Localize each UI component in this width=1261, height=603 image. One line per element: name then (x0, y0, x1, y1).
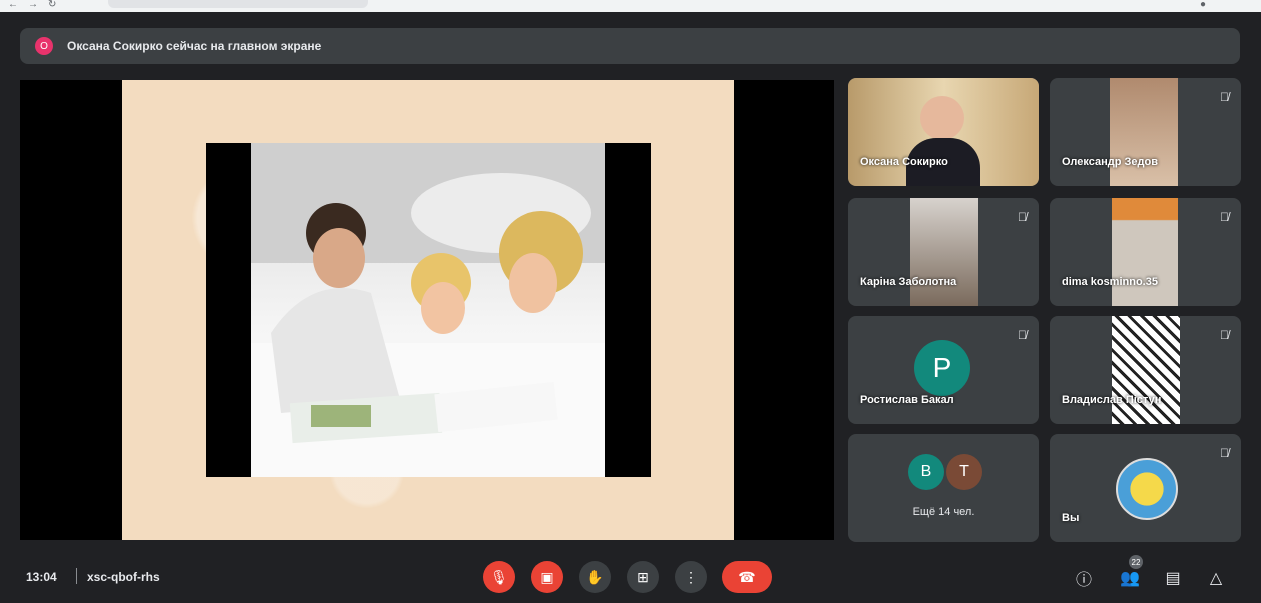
participant-tile[interactable]: 🎙̸ Олександр Зедов (1050, 78, 1241, 186)
mic-off-icon: 🎙̸ (1018, 210, 1027, 224)
hang-up-icon: ☎ (738, 568, 756, 585)
chat-icon: ▤ (1165, 570, 1181, 587)
meeting-time: 13:04 (26, 570, 57, 584)
presenting-banner: O Оксана Сокирко сейчас на главном экран… (20, 28, 1240, 64)
more-vert-icon: ⋮ (684, 568, 698, 585)
mic-off-icon: 🎙̸ (1220, 210, 1229, 224)
camera-toggle-button[interactable]: ▣ (531, 561, 563, 593)
family-reading-photo (251, 143, 605, 477)
mic-off-icon: 🎙̸ (1018, 328, 1027, 342)
reload-icon[interactable]: ↻ (48, 0, 56, 10)
main-presentation (20, 80, 834, 540)
participant-name: Олександр Зедов (1062, 156, 1158, 168)
participant-face (920, 96, 964, 140)
mic-off-icon: 🎙̸ (1220, 446, 1229, 460)
profile-icon[interactable]: ● (1200, 0, 1206, 10)
participant-tile[interactable]: 🎙̸ dima kosminno.35 (1050, 198, 1241, 306)
mini-avatar: B (908, 454, 944, 490)
participant-name: dima kosminno.35 (1062, 276, 1158, 288)
participant-tile[interactable]: 🎙̸ Каріна Заболотна (848, 198, 1039, 306)
people-button[interactable]: 👥 (1118, 566, 1142, 590)
mic-toggle-button[interactable]: 🎙 (483, 561, 515, 593)
people-icon: 👥 (1120, 570, 1140, 587)
mini-avatar: T (946, 454, 982, 490)
presentation-slide (122, 80, 734, 540)
chat-button[interactable]: ▤ (1161, 566, 1185, 590)
self-tile[interactable]: 🎙̸ Вы (1050, 434, 1241, 542)
meeting-code: xsc-qbof-rhs (87, 570, 160, 584)
participant-name: Владислав Пістун (1062, 394, 1162, 406)
leave-call-button[interactable]: ☎ (722, 561, 772, 593)
participant-name: Ростислав Бакал (860, 394, 954, 406)
participant-name: Каріна Заболотна (860, 276, 957, 288)
participant-video (1112, 316, 1180, 424)
self-avatar (1116, 458, 1178, 520)
raise-hand-button[interactable]: ✋ (579, 561, 611, 593)
participant-video (1112, 198, 1178, 306)
more-participants-label: Ещё 14 чел. (912, 506, 975, 518)
participant-video (1110, 78, 1178, 186)
slide-image-frame (206, 143, 651, 477)
presenting-text: Оксана Сокирко сейчас на главном экране (67, 39, 322, 53)
present-screen-button[interactable]: ⊞ (627, 561, 659, 593)
self-label: Вы (1062, 512, 1080, 524)
meeting-info-button[interactable]: ⓘ (1072, 566, 1096, 590)
more-participants-tile[interactable]: B T Ещё 14 чел. (848, 434, 1039, 542)
activities-button[interactable]: △ (1204, 566, 1228, 590)
hand-icon: ✋ (586, 568, 604, 585)
participant-avatar: P (914, 340, 970, 396)
activities-icon: △ (1209, 570, 1223, 587)
mic-off-icon: 🎙 (490, 568, 508, 585)
people-count-badge: 22 (1129, 555, 1143, 569)
participant-video (910, 198, 978, 306)
divider (76, 568, 77, 584)
participant-tile[interactable]: Оксана Сокирко (848, 78, 1039, 186)
participant-tile[interactable]: P 🎙̸ Ростислав Бакал (848, 316, 1039, 424)
control-bar: 13:04 xsc-qbof-rhs 🎙 ▣ ✋ ⊞ ⋮ ☎ ⓘ 👥 ▤ △ (0, 548, 1261, 603)
present-icon: ⊞ (637, 568, 649, 585)
camera-off-icon: ▣ (540, 568, 554, 585)
browser-toolbar: ← → ↻ ● (0, 0, 1261, 12)
forward-icon[interactable]: → (28, 0, 38, 10)
back-icon[interactable]: ← (8, 0, 18, 10)
more-options-button[interactable]: ⋮ (675, 561, 707, 593)
participant-tile[interactable]: 🎙̸ Владислав Пістун (1050, 316, 1241, 424)
mic-off-icon: 🎙̸ (1220, 328, 1229, 342)
mic-off-icon: 🎙̸ (1220, 90, 1229, 104)
presenter-avatar: O (35, 37, 53, 55)
address-bar[interactable] (108, 0, 368, 8)
info-icon: ⓘ (1075, 572, 1092, 589)
participant-name: Оксана Сокирко (860, 156, 948, 168)
